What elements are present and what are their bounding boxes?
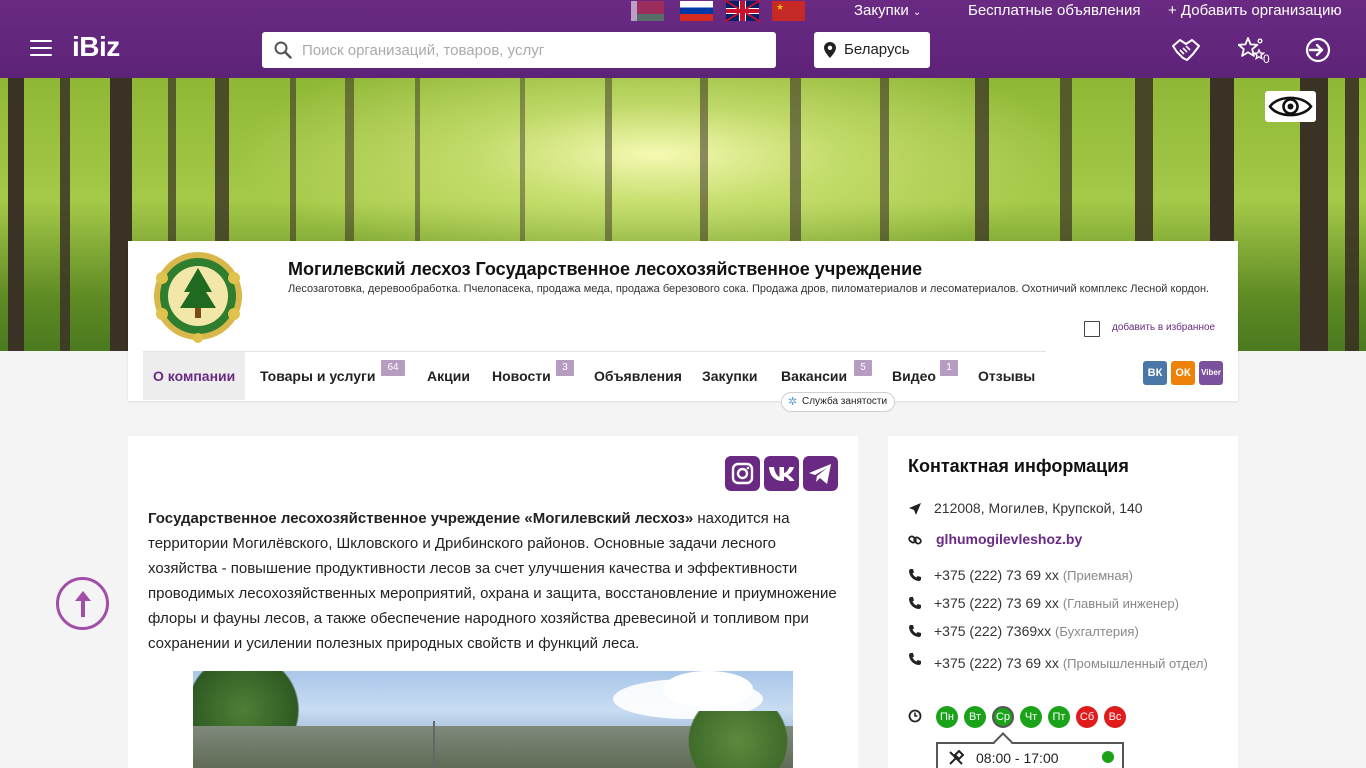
contact-phone-1[interactable]: +375 (222) 73 69 xx (Приемная) xyxy=(934,567,1133,583)
share-viber-button[interactable]: Viber xyxy=(1199,361,1223,385)
tools-icon xyxy=(949,750,964,765)
phone-icon xyxy=(909,625,921,637)
tab-video[interactable]: Видео xyxy=(882,352,946,400)
tab-reviews[interactable]: Отзывы xyxy=(968,352,1045,400)
add-to-favorites-link[interactable]: добавить в избранное xyxy=(1112,322,1215,333)
tab-products[interactable]: Товары и услуги xyxy=(250,352,385,400)
news-count-badge: 3 xyxy=(556,360,574,376)
contact-title: Контактная информация xyxy=(908,456,1129,476)
handshake-icon[interactable] xyxy=(1171,36,1201,64)
phone-icon xyxy=(909,569,921,581)
favorites-count: 0 xyxy=(1263,52,1270,66)
purchases-label: Закупки xyxy=(854,2,909,19)
flag-belarus-icon[interactable] xyxy=(631,1,664,21)
purchases-dropdown[interactable]: Закупки ⌄ xyxy=(854,2,921,19)
telegram-icon[interactable] xyxy=(803,456,838,491)
contact-address: 212008, Могилев, Крупской, 140 xyxy=(934,500,1143,516)
favorites-stars-icon[interactable] xyxy=(1238,36,1266,64)
contact-phone-4[interactable]: +375 (222) 73 69 xx (Промышленный отдел) xyxy=(908,651,1218,676)
company-title: Могилевский лесхоз Государственное лесох… xyxy=(288,259,923,279)
search-icon xyxy=(274,41,292,59)
clock-icon xyxy=(908,709,922,723)
share-vk-button[interactable]: ВК xyxy=(1143,361,1167,385)
eye-icon xyxy=(1268,96,1313,117)
phone-note: (Бухгалтерия) xyxy=(1055,624,1139,639)
day-sun[interactable]: Вс xyxy=(1104,706,1126,728)
day-fri[interactable]: Пт xyxy=(1048,706,1070,728)
phone-note: (Приемная) xyxy=(1062,568,1133,583)
company-description: Лесозаготовка, деревообработка. Пчелопас… xyxy=(288,283,1210,295)
add-organization-link[interactable]: + Добавить организацию xyxy=(1168,2,1342,19)
day-mon[interactable]: Пн xyxy=(936,706,958,728)
vacancies-count-badge: 5 xyxy=(854,360,872,376)
about-body: находится на территории Могилёвского, Шк… xyxy=(148,510,837,652)
flag-russia-icon[interactable] xyxy=(680,1,713,21)
free-ads-link[interactable]: Бесплатные объявления xyxy=(968,2,1140,19)
region-label: Беларусь xyxy=(844,41,910,58)
phone-icon xyxy=(909,597,921,609)
tab-purchases[interactable]: Закупки xyxy=(692,352,767,400)
phone-number: +375 (222) 7369xx xyxy=(934,623,1052,639)
phone-note: (Главный инженер) xyxy=(1062,596,1179,611)
day-wed[interactable]: Ср xyxy=(992,706,1014,728)
share-ok-button[interactable]: ОК xyxy=(1171,361,1195,385)
hamburger-menu-icon[interactable] xyxy=(30,40,52,56)
about-text: Государственное лесохозяйственное учрежд… xyxy=(148,506,840,656)
flag-uk-icon[interactable] xyxy=(724,0,761,23)
open-now-indicator xyxy=(1102,751,1114,763)
company-emblem xyxy=(154,252,242,343)
tab-ads[interactable]: Объявления xyxy=(584,352,692,400)
site-logo[interactable]: iBiz xyxy=(72,31,120,63)
contact-phone-2[interactable]: +375 (222) 73 69 xx (Главный инженер) xyxy=(934,595,1179,611)
tab-promotions[interactable]: Акции xyxy=(417,352,480,400)
chevron-down-icon: ⌄ xyxy=(912,7,922,18)
flag-china-icon[interactable]: ★ xyxy=(772,1,805,21)
day-thu[interactable]: Чт xyxy=(1020,706,1042,728)
tab-news[interactable]: Новости xyxy=(482,352,561,400)
view-toggle-button[interactable] xyxy=(1265,91,1316,122)
employment-service-tooltip[interactable]: Служба занятости xyxy=(781,392,896,412)
phone-number: +375 (222) 73 69 xx xyxy=(934,567,1059,583)
add-to-favorites-checkbox[interactable] xyxy=(1084,321,1100,337)
search-input[interactable] xyxy=(302,32,762,68)
about-bold-name: Государственное лесохозяйственное учрежд… xyxy=(148,510,694,527)
tab-about[interactable]: О компании xyxy=(143,352,246,400)
video-count-badge: 1 xyxy=(940,360,958,376)
phone-number: +375 (222) 73 69 xx xyxy=(934,595,1059,611)
region-select[interactable]: Беларусь xyxy=(814,32,930,68)
phone-note: (Промышленный отдел) xyxy=(1062,656,1208,671)
address-arrow-icon xyxy=(909,503,921,515)
top-header: ★ Закупки ⌄ Бесплатные объявления + Доба… xyxy=(0,0,1366,78)
arrow-up-icon xyxy=(75,591,91,617)
link-icon xyxy=(908,535,922,545)
company-photo xyxy=(193,671,793,768)
search-box xyxy=(262,32,776,68)
phone-number: +375 (222) 73 69 xx xyxy=(934,655,1059,671)
day-sat[interactable]: Сб xyxy=(1076,706,1098,728)
contact-website-link[interactable]: glhumogilevleshoz.by xyxy=(936,531,1082,547)
contact-phone-3[interactable]: +375 (222) 7369xx (Бухгалтерия) xyxy=(934,623,1139,639)
working-hours: 08:00 - 17:00 xyxy=(976,750,1059,766)
products-count-badge: 64 xyxy=(381,360,405,376)
vk-icon[interactable] xyxy=(764,456,799,491)
instagram-icon[interactable] xyxy=(725,456,760,491)
scroll-to-top-button[interactable] xyxy=(56,577,109,630)
login-icon[interactable] xyxy=(1304,36,1332,64)
day-tue[interactable]: Вт xyxy=(964,706,986,728)
location-pin-icon xyxy=(824,42,836,58)
